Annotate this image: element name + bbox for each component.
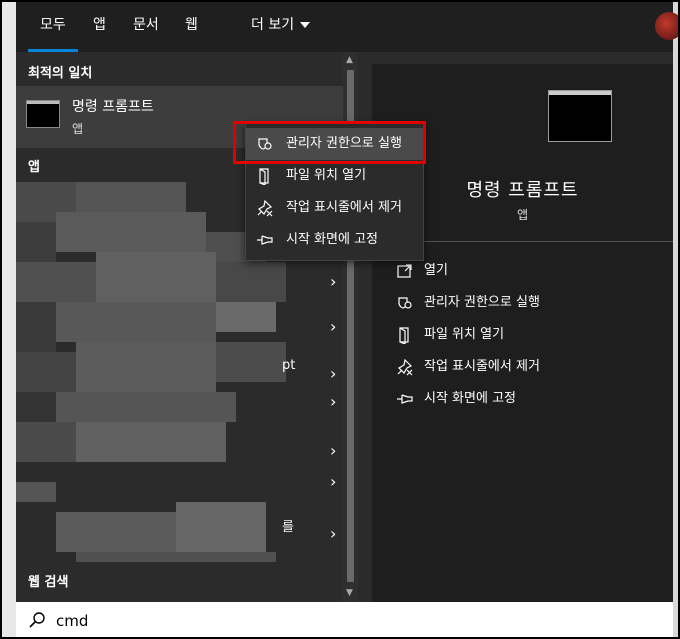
unpin-icon (396, 358, 414, 376)
search-icon (28, 611, 46, 629)
app-row-fragment: pt (282, 358, 296, 373)
chevron-right-icon[interactable]: › (330, 472, 336, 491)
action-label: 관리자 권한으로 실행 (424, 295, 540, 310)
chevron-right-icon[interactable]: › (330, 392, 336, 411)
folder-icon (256, 167, 274, 185)
menu-item-label: 파일 위치 열기 (286, 168, 367, 183)
menu-item-pin-to-start[interactable]: 시작 화면에 고정 (246, 224, 423, 256)
shield-icon (396, 294, 414, 312)
web-search-header: 웹 검색 (28, 575, 69, 590)
unpin-icon (256, 199, 274, 217)
scroll-down-icon[interactable]: ▼ (346, 588, 353, 598)
action-label: 열기 (424, 263, 448, 278)
best-match-header: 최적의 일치 (28, 66, 93, 81)
tab-documents[interactable]: 문서 (133, 2, 159, 52)
start-menu-window: 모두 앱 문서 웹 더 보기 최적의 일치 명령 프롬프트 앱 앱 › › › … (0, 0, 680, 639)
search-scope-tabs: 모두 앱 문서 웹 더 보기 (16, 2, 678, 52)
chevron-down-icon (300, 22, 311, 28)
search-input[interactable]: cmd (56, 612, 88, 630)
chevron-right-icon[interactable]: › (330, 441, 336, 460)
best-match-subtitle: 앱 (72, 122, 84, 136)
action-label: 파일 위치 열기 (424, 327, 505, 342)
chevron-right-icon[interactable]: › (330, 317, 336, 336)
pin-icon (256, 231, 274, 249)
chevron-right-icon[interactable]: › (330, 524, 336, 543)
menu-item-unpin-taskbar[interactable]: 작업 표시줄에서 제거 (246, 192, 423, 224)
folder-icon (396, 326, 414, 344)
open-icon (396, 262, 414, 280)
app-row-fragment: 를 (282, 520, 294, 535)
tab-more[interactable]: 더 보기 (251, 2, 311, 52)
pin-icon (396, 390, 414, 408)
menu-item-label: 시작 화면에 고정 (286, 232, 378, 247)
desktop-background-left (2, 2, 16, 637)
action-label: 작업 표시줄에서 제거 (424, 359, 540, 374)
tab-all[interactable]: 모두 (28, 2, 78, 52)
menu-item-open-file-location[interactable]: 파일 위치 열기 (246, 160, 423, 192)
best-match-title: 명령 프롬프트 (72, 99, 154, 115)
search-box[interactable]: cmd (16, 602, 673, 637)
command-prompt-icon (548, 90, 612, 142)
command-prompt-icon (26, 100, 60, 128)
action-label: 시작 화면에 고정 (424, 391, 516, 406)
tab-more-label: 더 보기 (251, 17, 295, 33)
menu-item-label: 작업 표시줄에서 제거 (286, 200, 402, 215)
apps-section-header: 앱 (28, 160, 40, 175)
tab-web[interactable]: 웹 (185, 2, 198, 52)
annotation-highlight-box (233, 121, 426, 164)
avatar[interactable] (655, 12, 678, 40)
tab-apps[interactable]: 앱 (93, 2, 106, 52)
chevron-right-icon[interactable]: › (330, 364, 336, 383)
chevron-right-icon[interactable]: › (330, 272, 336, 291)
scroll-up-icon[interactable]: ▲ (346, 55, 353, 65)
